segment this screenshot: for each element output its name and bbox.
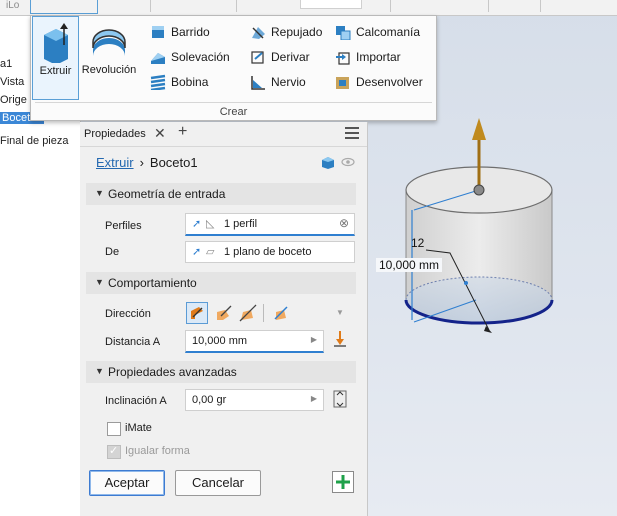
unwrap-label: Desenvolver bbox=[356, 75, 423, 89]
derive-label: Derivar bbox=[271, 50, 310, 64]
profile-icon: ◺ bbox=[206, 218, 215, 230]
taper-measure-icon[interactable] bbox=[333, 390, 347, 408]
emboss-icon bbox=[252, 27, 265, 39]
taper-input[interactable]: 0,00 gr ▶ bbox=[185, 389, 324, 411]
breadcrumb-feature-link[interactable]: Extruir bbox=[96, 155, 134, 170]
chevron-right-icon: › bbox=[139, 155, 144, 170]
browser-item[interactable]: a1 bbox=[0, 58, 12, 70]
direction-symmetric-icon bbox=[239, 304, 257, 322]
chevron-right-icon[interactable]: ▶ bbox=[311, 394, 317, 403]
revolve-icon bbox=[92, 29, 126, 56]
create-panel: Extruir Revolución Barrido Solevación Bo… bbox=[30, 15, 437, 121]
panel-title: Crear bbox=[219, 106, 248, 118]
import-icon bbox=[336, 52, 350, 65]
imate-checkbox[interactable] bbox=[107, 422, 121, 436]
panel-divider bbox=[35, 102, 432, 103]
browser-item[interactable]: Vista bbox=[0, 76, 24, 88]
breadcrumb: Extruir › Boceto1 bbox=[96, 155, 198, 170]
radius-dimension-label: 12 bbox=[411, 236, 425, 250]
direction-default-icon bbox=[191, 307, 203, 319]
select-arrow-icon: ➚ bbox=[192, 246, 202, 258]
coil-icon bbox=[150, 74, 166, 90]
section-title: Propiedades avanzadas bbox=[108, 365, 237, 379]
direction-flipped-icon bbox=[217, 305, 232, 320]
plus-icon bbox=[336, 475, 350, 489]
from-label: De bbox=[105, 246, 120, 258]
section-behavior[interactable]: ▼ Comportamiento bbox=[86, 272, 356, 294]
distance-dimension-label[interactable]: 10,000 mm bbox=[376, 258, 443, 272]
clear-icon[interactable]: ⊗ bbox=[339, 216, 349, 230]
direction-label: Dirección bbox=[105, 308, 151, 320]
cancel-button[interactable]: Cancelar bbox=[175, 470, 261, 496]
distance-input[interactable]: 10,000 mm ▶ bbox=[185, 330, 324, 353]
unwrap-icon bbox=[336, 77, 349, 89]
sweep-label: Barrido bbox=[171, 25, 210, 39]
tab-properties[interactable]: Propiedades bbox=[84, 128, 146, 140]
chevron-down-icon: ▼ bbox=[95, 188, 104, 198]
eye-icon[interactable] bbox=[341, 156, 355, 168]
from-value: 1 plano de boceto bbox=[224, 246, 312, 258]
decal-label: Calcomanía bbox=[356, 25, 421, 39]
taper-label: Inclinación A bbox=[105, 395, 167, 407]
chevron-down-icon: ▼ bbox=[95, 277, 104, 287]
direction-asymmetric-icon bbox=[274, 306, 288, 320]
profiles-label: Perfiles bbox=[105, 220, 142, 232]
direction-symmetric-button[interactable] bbox=[237, 302, 259, 324]
properties-tab-bar: Propiedades ✕ + bbox=[80, 122, 367, 147]
rib-label: Nervio bbox=[271, 75, 306, 89]
section-title: Geometría de entrada bbox=[108, 187, 226, 201]
extrude-icon bbox=[44, 23, 68, 63]
emboss-label: Repujado bbox=[271, 25, 323, 39]
distance-value: 10,000 mm bbox=[192, 335, 248, 347]
ribbon-tab-strip: iLo bbox=[0, 0, 617, 16]
decal-icon bbox=[336, 26, 351, 40]
taper-value: 0,00 gr bbox=[192, 394, 227, 406]
match-shape-checkbox[interactable] bbox=[107, 444, 121, 459]
derive-icon bbox=[251, 51, 264, 64]
loft-label: Solevación bbox=[171, 50, 230, 64]
browser-item-end-of-part[interactable]: Final de pieza bbox=[0, 135, 69, 147]
extrude-label: Extruir bbox=[39, 65, 72, 77]
section-title: Comportamiento bbox=[108, 276, 197, 290]
plane-icon: ▱ bbox=[206, 246, 215, 258]
cube-icon[interactable] bbox=[321, 156, 335, 169]
properties-panel: Propiedades ✕ + Extruir › Boceto1 ▼ Geomet… bbox=[80, 122, 368, 516]
chevron-down-icon[interactable]: ▼ bbox=[336, 308, 344, 317]
extrude-button[interactable]: Extruir bbox=[32, 16, 79, 100]
rib-icon bbox=[251, 76, 265, 90]
add-tab-icon[interactable]: + bbox=[178, 123, 187, 141]
distance-measure-icon[interactable] bbox=[333, 329, 347, 349]
direction-flipped-button[interactable] bbox=[213, 302, 235, 324]
direction-asymmetric-button[interactable] bbox=[270, 302, 292, 324]
sweep-icon bbox=[152, 26, 164, 38]
profiles-selector[interactable]: ➚ ◺ 1 perfil ⊗ bbox=[185, 213, 355, 236]
profiles-value: 1 perfil bbox=[224, 218, 258, 230]
match-shape-label: Igualar forma bbox=[125, 445, 190, 457]
breadcrumb-sketch: Boceto1 bbox=[149, 155, 198, 170]
loft-icon bbox=[151, 53, 165, 64]
browser-item[interactable]: Orige bbox=[0, 94, 27, 106]
close-icon[interactable]: ✕ bbox=[154, 125, 166, 142]
select-arrow-icon: ➚ bbox=[192, 218, 202, 230]
revolve-button[interactable]: Revolución bbox=[79, 16, 139, 98]
revolve-label: Revolución bbox=[81, 64, 137, 76]
chevron-right-icon[interactable]: ▶ bbox=[311, 335, 317, 344]
imate-label: iMate bbox=[125, 422, 152, 434]
distance-label: Distancia A bbox=[105, 336, 161, 348]
coil-label: Bobina bbox=[171, 75, 209, 89]
direction-default-button[interactable] bbox=[186, 302, 208, 324]
toolbar-divider bbox=[263, 304, 264, 322]
apply-add-button[interactable] bbox=[332, 471, 354, 493]
section-input-geometry[interactable]: ▼ Geometría de entrada bbox=[86, 183, 356, 205]
ok-button[interactable]: Aceptar bbox=[89, 470, 165, 496]
section-advanced[interactable]: ▼ Propiedades avanzadas bbox=[86, 361, 356, 383]
chevron-down-icon: ▼ bbox=[95, 366, 104, 376]
ribbon-tab[interactable]: iLo bbox=[6, 0, 19, 14]
menu-icon[interactable] bbox=[345, 127, 359, 139]
from-selector[interactable]: ➚ ▱ 1 plano de boceto bbox=[185, 241, 355, 263]
import-label: Importar bbox=[356, 50, 401, 64]
